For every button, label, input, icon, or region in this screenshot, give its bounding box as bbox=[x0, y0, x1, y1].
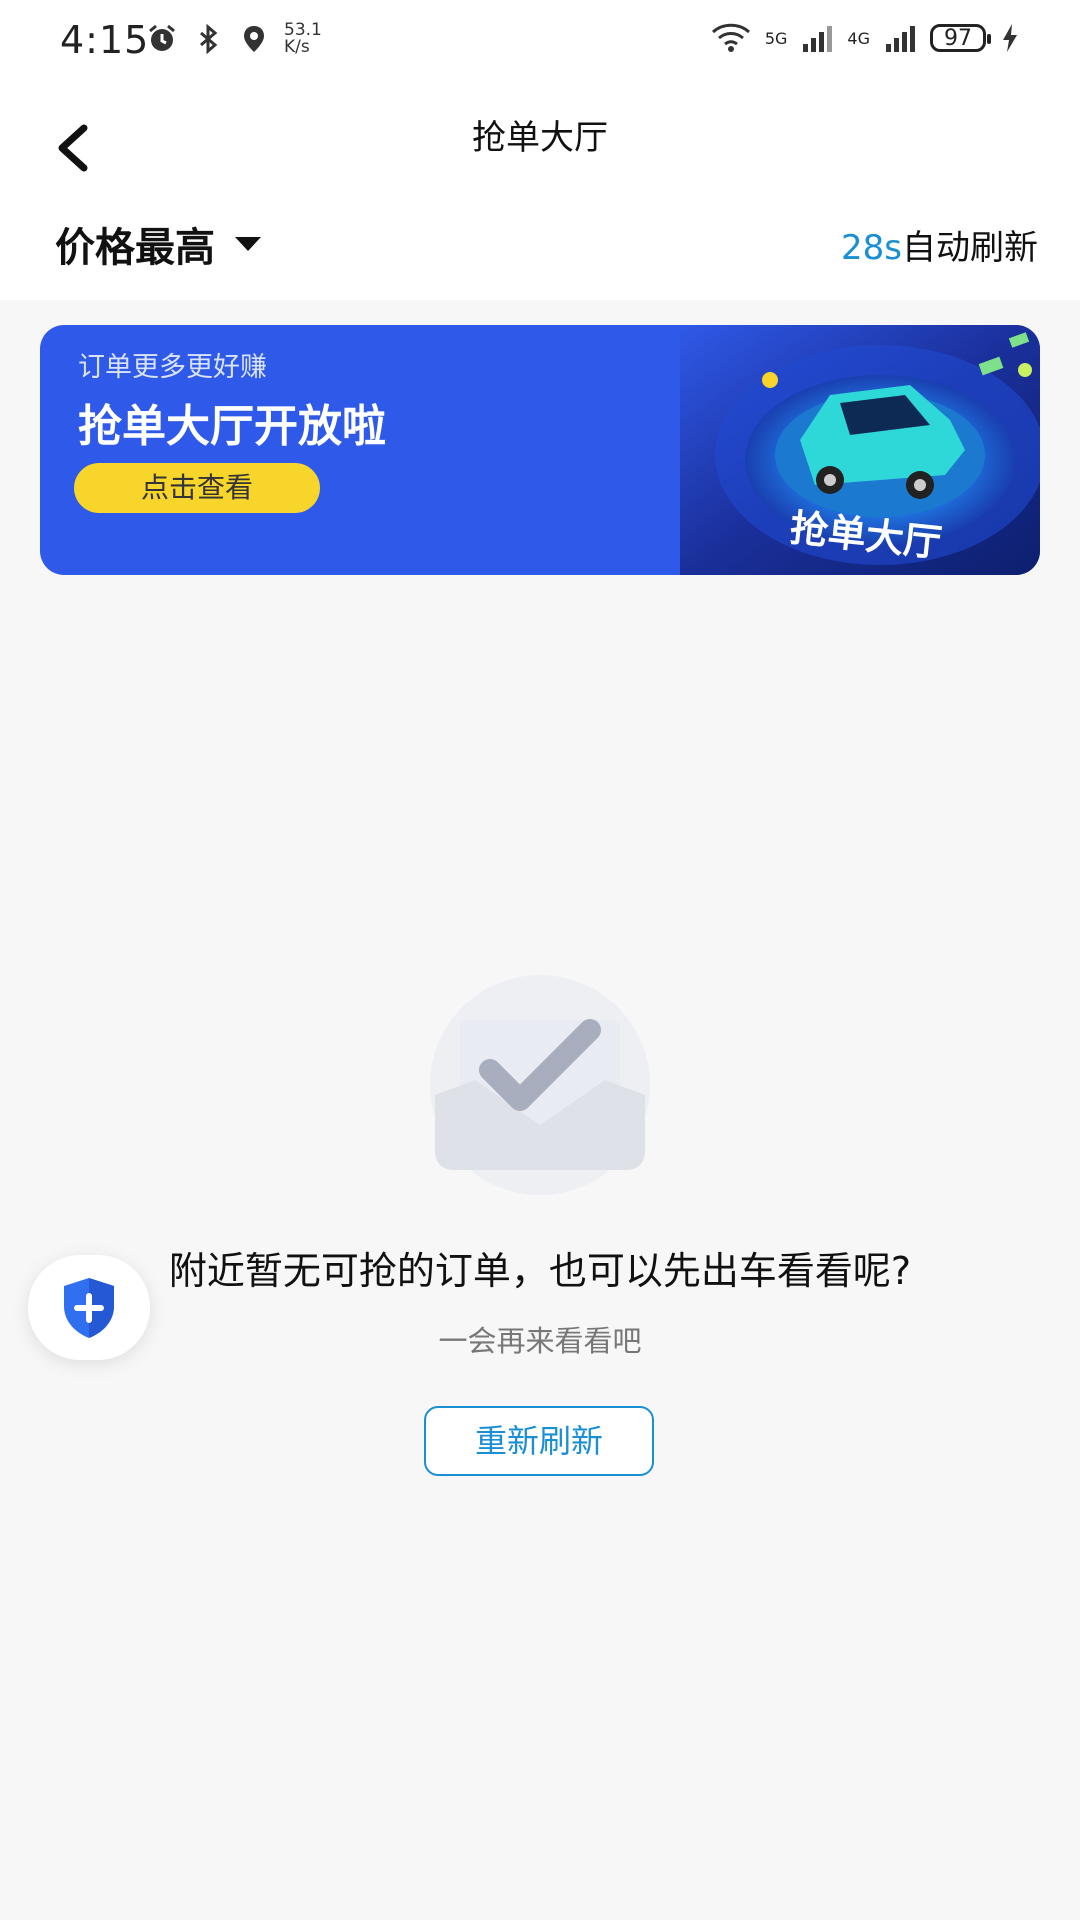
battery-level: 97 bbox=[944, 25, 972, 51]
banner-subtitle: 订单更多更好赚 bbox=[78, 352, 267, 383]
network-speed-unit: K/s bbox=[284, 37, 310, 57]
signal-icon bbox=[803, 26, 833, 52]
empty-state-subtitle: 一会再来看看吧 bbox=[438, 1324, 642, 1358]
status-time: 4:15 bbox=[60, 18, 150, 62]
header: 抢单大厅 价格最高 28s自动刷新 bbox=[0, 80, 1080, 300]
status-icons-right: 5G 4G 97 bbox=[711, 22, 1020, 54]
battery-indicator: 97 bbox=[930, 24, 991, 52]
auto-refresh-status: 28s自动刷新 bbox=[841, 220, 1038, 269]
charging-icon bbox=[1003, 24, 1017, 52]
car-illustration: 抢单大厅 bbox=[680, 325, 1040, 575]
promo-banner[interactable]: 订单更多更好赚 抢单大厅开放啦 点击查看 抢单大厅 bbox=[40, 325, 1040, 575]
sort-label: 价格最高 bbox=[55, 225, 215, 271]
bluetooth-icon bbox=[200, 23, 218, 55]
signal-icon bbox=[886, 26, 915, 52]
caret-down-icon bbox=[235, 237, 261, 251]
page-title: 抢单大厅 bbox=[472, 118, 608, 158]
status-bar: 4:15 53.1 K/s 5G 4G 97 bbox=[0, 0, 1080, 80]
safety-shield-button[interactable] bbox=[28, 1255, 150, 1360]
status-icons-left: 53.1 K/s bbox=[146, 22, 322, 56]
wifi-icon bbox=[711, 23, 750, 52]
refresh-countdown: 28s bbox=[841, 228, 902, 268]
shield-plus-icon bbox=[64, 1277, 114, 1338]
refresh-text: 自动刷新 bbox=[902, 228, 1038, 268]
banner-view-button[interactable]: 点击查看 bbox=[74, 463, 320, 513]
network-4g-label: 4G bbox=[847, 28, 870, 48]
refresh-button[interactable]: 重新刷新 bbox=[424, 1406, 654, 1476]
network-speed: 53.1 K/s bbox=[284, 22, 322, 56]
empty-inbox-check-icon bbox=[430, 975, 650, 1195]
network-5g-label: 5G bbox=[764, 28, 788, 48]
alarm-icon bbox=[149, 24, 175, 51]
empty-state-title: 附近暂无可抢的订单，也可以先出车看看呢? bbox=[168, 1249, 912, 1293]
location-icon bbox=[244, 26, 264, 52]
banner-title: 抢单大厅开放啦 bbox=[78, 401, 386, 452]
sort-dropdown[interactable]: 价格最高 bbox=[55, 215, 263, 273]
